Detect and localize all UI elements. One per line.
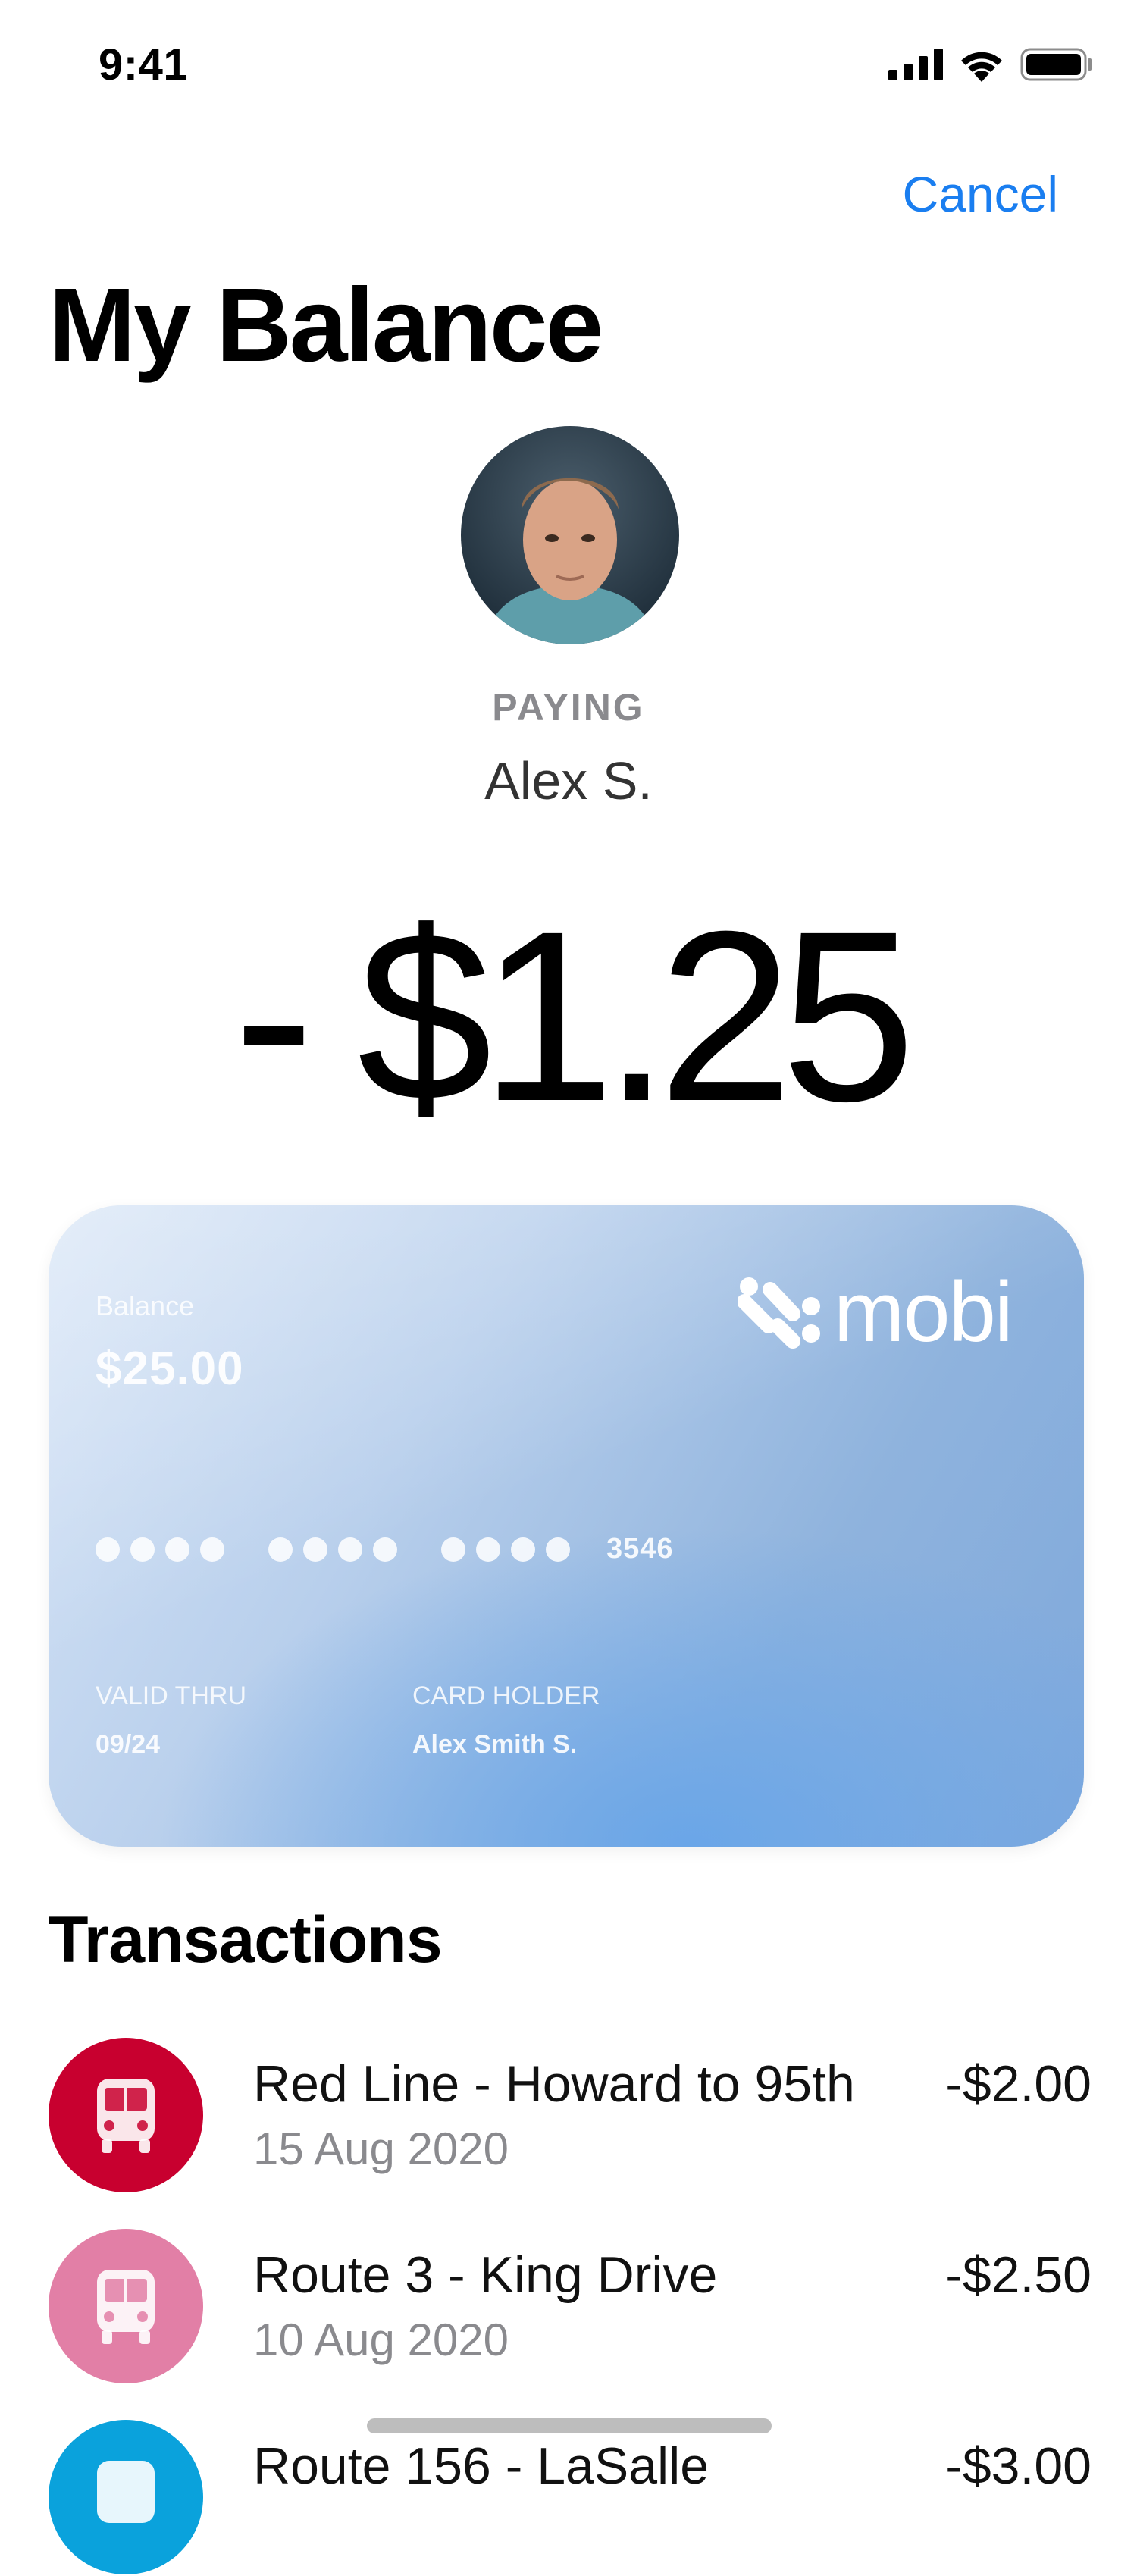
transaction-title: Route 3 - King Drive — [253, 2246, 718, 2304]
card-number-mask — [441, 1537, 570, 1562]
avatar — [461, 426, 679, 644]
home-indicator[interactable] — [367, 2418, 772, 2433]
transaction-amount: -$2.00 — [945, 2055, 1092, 2113]
transaction-icon — [49, 2038, 203, 2192]
transaction-amount: -$3.00 — [945, 2437, 1092, 2495]
card-last4: 3546 — [606, 1533, 674, 1565]
balance-card[interactable]: Balance $25.00 mobi 3546 VALID THRU 09/2… — [49, 1205, 1084, 1847]
mobi-logo-icon — [738, 1277, 820, 1349]
transaction-row[interactable]: Red Line - Howard to 95th 15 Aug 2020 -$… — [49, 2038, 1092, 2194]
bus-icon — [97, 2461, 155, 2523]
status-time: 9:41 — [99, 40, 189, 89]
card-number-mask — [268, 1537, 397, 1562]
transaction-date: 15 Aug 2020 — [253, 2123, 509, 2174]
paying-label: PAYING — [492, 686, 645, 729]
transaction-icon — [49, 2229, 203, 2383]
cellular-signal-icon — [888, 49, 943, 80]
card-brand-name: mobi — [834, 1264, 1013, 1359]
bus-icon — [97, 2270, 155, 2344]
valid-thru-label: VALID THRU — [96, 1681, 247, 1710]
page-title: My Balance — [49, 267, 603, 384]
transaction-title: Red Line - Howard to 95th — [253, 2055, 855, 2113]
card-brand-logo: mobi — [738, 1263, 1013, 1361]
transaction-date: 10 Aug 2020 — [253, 2314, 509, 2365]
card-balance-value: $25.00 — [96, 1343, 244, 1395]
transaction-title: Route 156 - LaSalle — [253, 2437, 709, 2495]
payment-amount: - $1.25 — [233, 880, 916, 1152]
transactions-title: Transactions — [49, 1904, 443, 1976]
avatar-photo — [461, 426, 679, 644]
valid-thru-value: 09/24 — [96, 1730, 161, 1759]
card-balance-label: Balance — [96, 1290, 195, 1321]
battery-icon — [1020, 48, 1092, 81]
transaction-row[interactable]: Route 3 - King Drive 10 Aug 2020 -$2.50 — [49, 2229, 1092, 2385]
transaction-amount: -$2.50 — [945, 2246, 1092, 2304]
card-holder-value: Alex Smith S. — [412, 1730, 578, 1759]
card-number: 3546 — [96, 1533, 674, 1565]
card-number-mask — [96, 1537, 224, 1562]
transaction-icon — [49, 2420, 203, 2574]
cancel-button[interactable]: Cancel — [903, 165, 1058, 223]
wifi-icon — [961, 52, 1002, 82]
transaction-row[interactable]: Route 156 - LaSalle -$3.00 — [49, 2420, 1092, 2576]
bus-icon — [97, 2079, 155, 2153]
card-holder-label: CARD HOLDER — [412, 1681, 600, 1710]
payer-name: Alex S. — [484, 751, 653, 810]
status-icons — [888, 47, 1093, 82]
